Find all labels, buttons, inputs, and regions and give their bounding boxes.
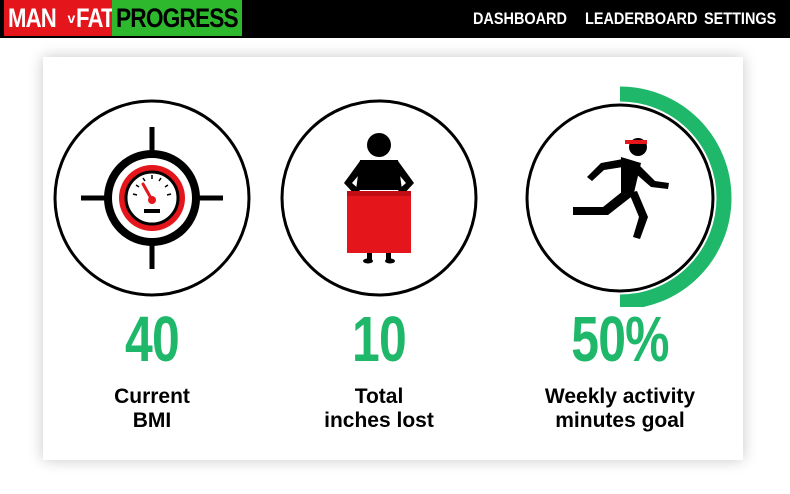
top-nav-bar: MAN v FAT PROGRESS DASHBOARD LEADERBOARD… xyxy=(0,0,790,38)
logo-red-block: MAN v FAT xyxy=(4,0,112,36)
loose-trousers-icon xyxy=(280,99,478,297)
running-man-icon xyxy=(525,86,732,307)
inches-lost-label: Total inches lost xyxy=(324,385,434,432)
progress-card: 40 Current BMI 10 Total inches lost 50% … xyxy=(43,57,743,460)
activity-value: 50% xyxy=(571,303,669,375)
logo-green-block: PROGRESS xyxy=(112,0,242,36)
logo-v-text: v xyxy=(67,10,76,26)
inches-lost-value: 10 xyxy=(352,303,407,375)
bmi-value: 40 xyxy=(125,303,180,375)
app-logo[interactable]: MAN v FAT PROGRESS xyxy=(4,0,242,36)
logo-fat-text: FAT xyxy=(76,0,112,36)
logo-man-text: MAN xyxy=(8,0,57,36)
nav-leaderboard-link[interactable]: LEADERBOARD xyxy=(585,0,697,38)
activity-label: Weekly activity minutes goal xyxy=(544,385,696,432)
bmi-label: Current BMI xyxy=(114,385,190,432)
logo-progress-text: PROGRESS xyxy=(116,3,239,33)
target-gauge-icon xyxy=(53,99,251,297)
nav-dashboard-link[interactable]: DASHBOARD xyxy=(473,0,567,38)
nav-settings-link[interactable]: SETTINGS xyxy=(704,0,776,38)
